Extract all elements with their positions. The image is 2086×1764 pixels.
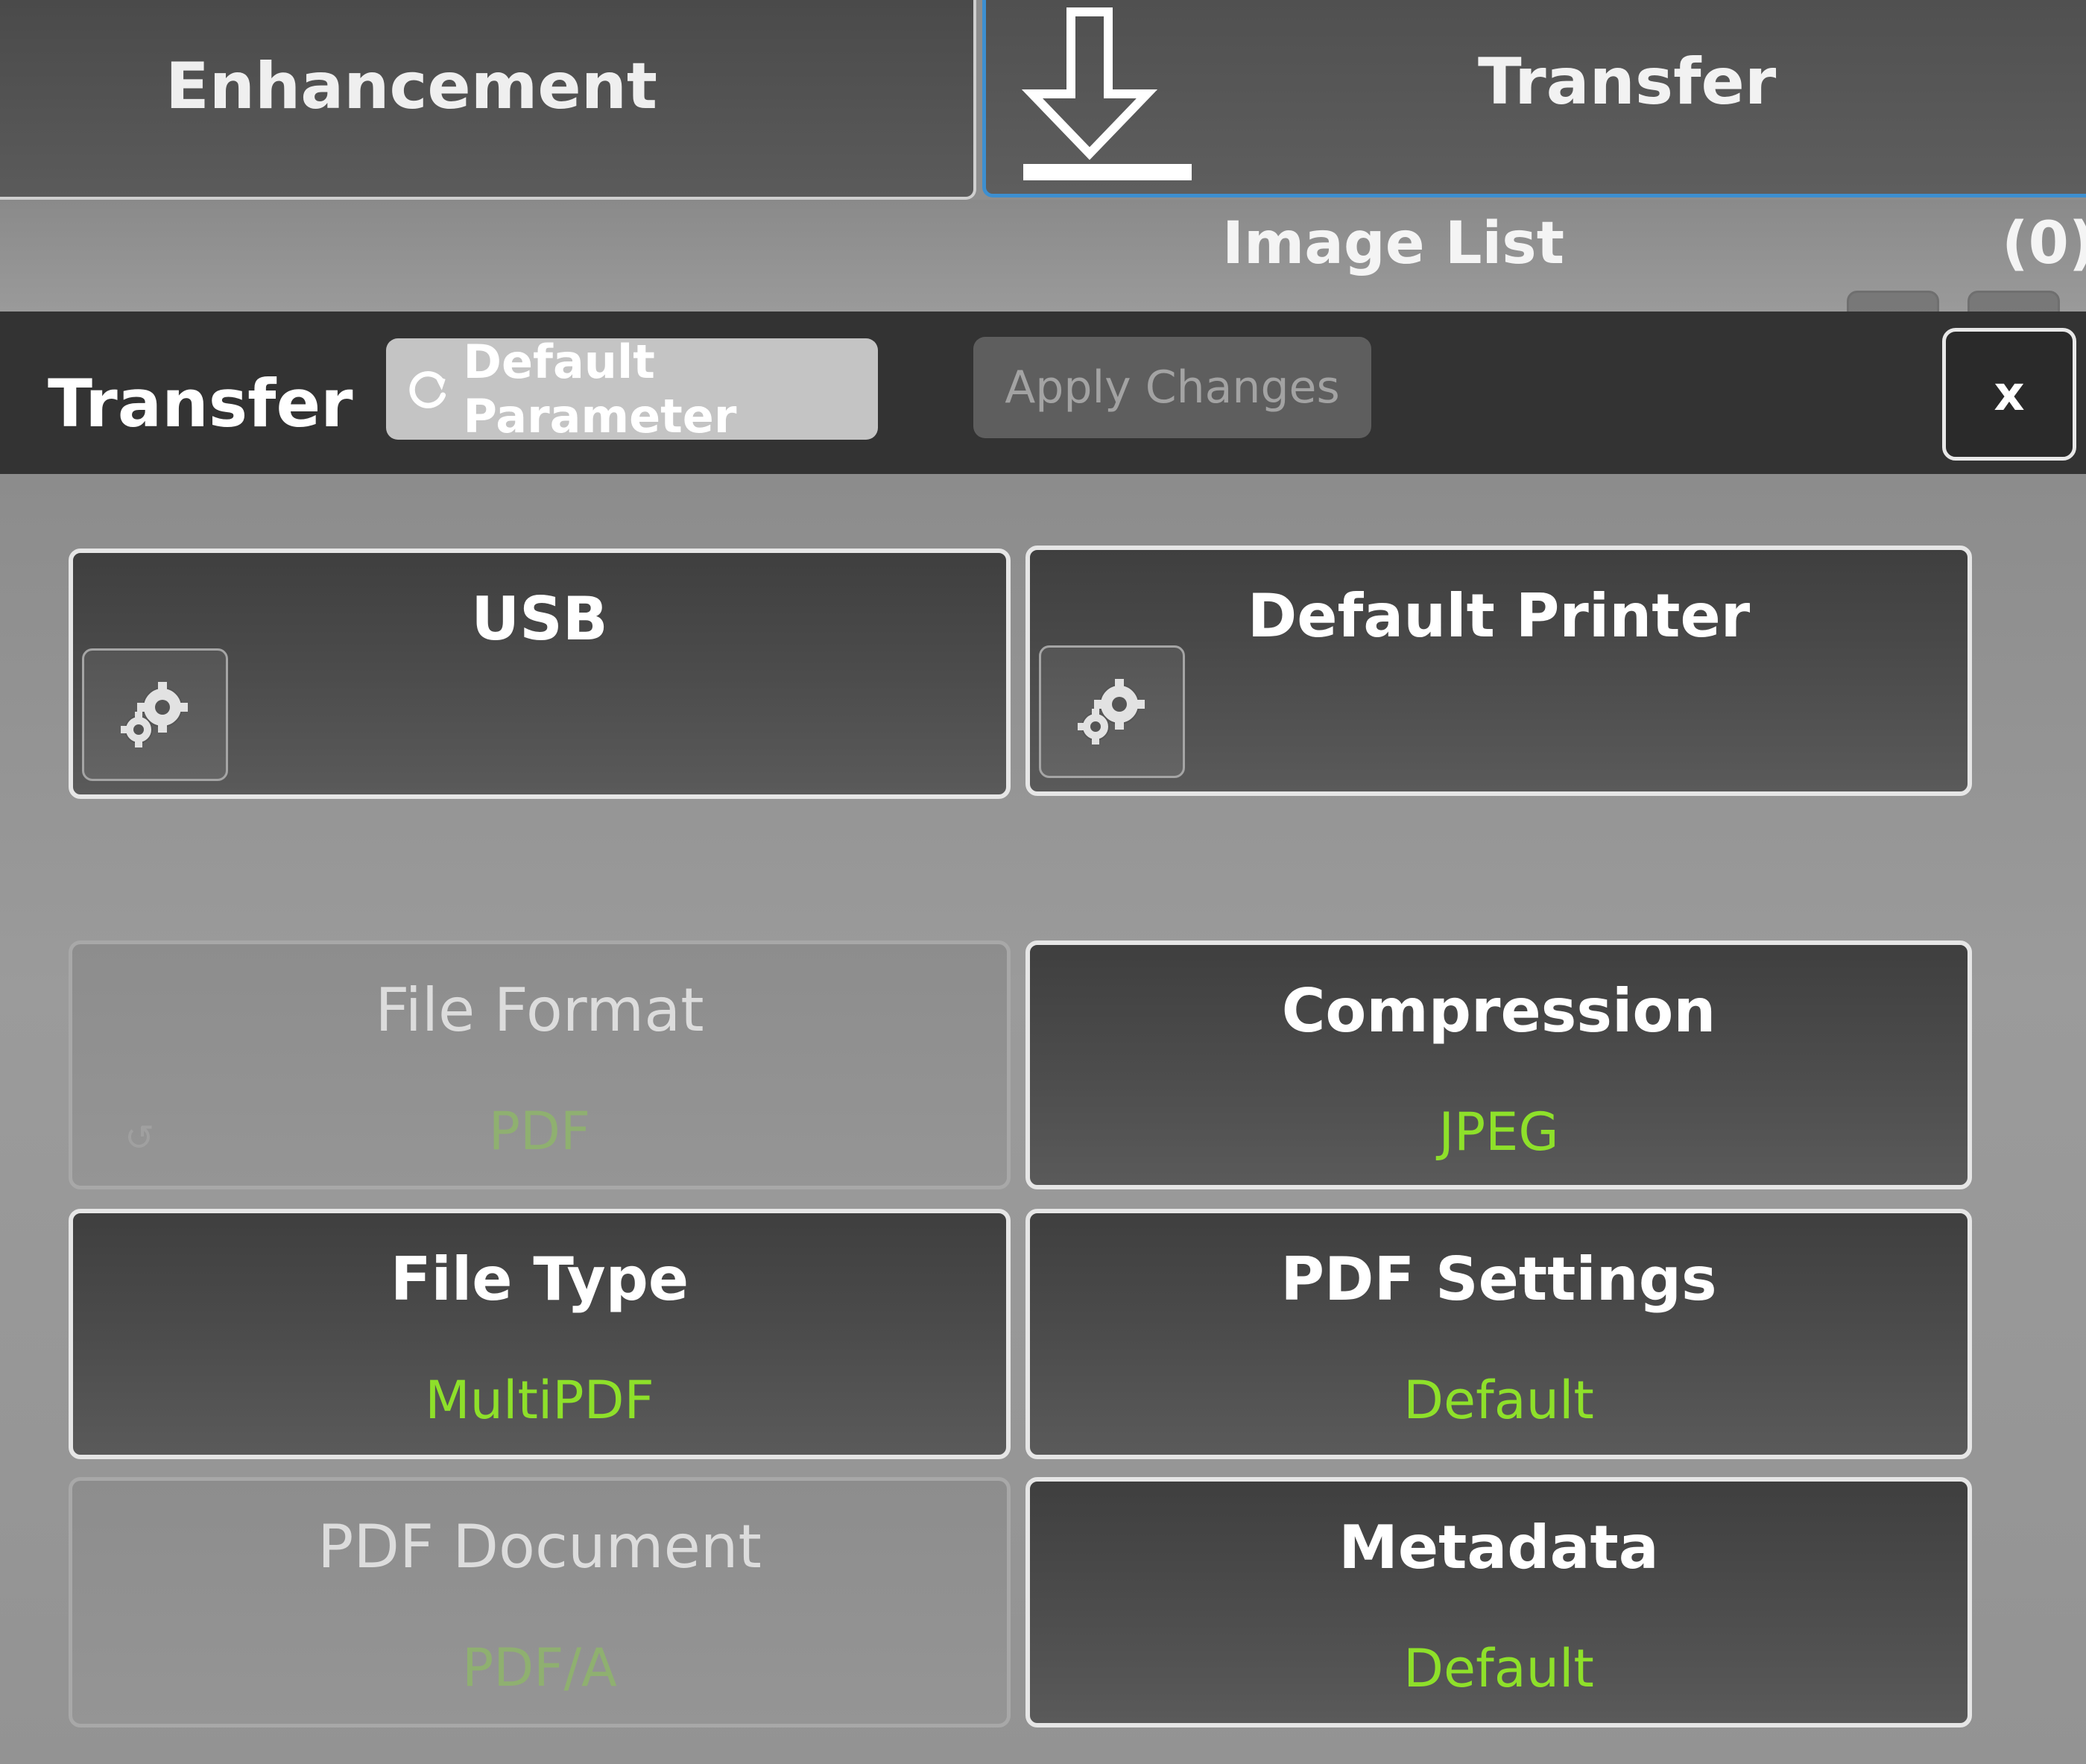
gear-icon bbox=[1078, 679, 1145, 745]
setting-pdf-document: PDF Document PDF/A bbox=[69, 1477, 1011, 1727]
tab-transfer[interactable]: Transfer bbox=[982, 0, 2086, 197]
dialog-title: Transfer bbox=[48, 365, 353, 442]
destination-default-printer[interactable]: Default Printer bbox=[1025, 546, 1972, 796]
image-list-title: Image List bbox=[1222, 210, 1564, 277]
apply-changes-button[interactable]: Apply Changes bbox=[973, 337, 1371, 438]
close-icon: x bbox=[1994, 367, 2025, 422]
setting-metadata-value: Default bbox=[1403, 1638, 1594, 1699]
usb-settings-button[interactable] bbox=[82, 648, 228, 781]
default-parameter-button[interactable]: Default Parameter bbox=[386, 335, 878, 443]
destination-default-printer-label: Default Printer bbox=[1247, 581, 1751, 651]
apply-changes-label: Apply Changes bbox=[1005, 361, 1340, 414]
refresh-icon bbox=[409, 370, 446, 408]
setting-compression[interactable]: Compression JPEG bbox=[1025, 941, 1972, 1189]
setting-pdf-document-title: PDF Document bbox=[317, 1512, 762, 1581]
setting-file-format: File Format ↺ PDF bbox=[69, 941, 1011, 1189]
setting-metadata-title: Metadata bbox=[1338, 1513, 1659, 1582]
setting-file-type-title: File Type bbox=[390, 1245, 689, 1314]
close-button[interactable]: x bbox=[1942, 328, 2076, 461]
setting-file-format-value: PDF bbox=[488, 1101, 591, 1162]
setting-file-type-value: MultiPDF bbox=[425, 1370, 654, 1431]
destination-usb[interactable]: USB bbox=[69, 549, 1011, 799]
setting-file-type[interactable]: File Type MultiPDF bbox=[69, 1209, 1011, 1459]
setting-metadata[interactable]: Metadata Default bbox=[1025, 1477, 1972, 1727]
setting-pdf-settings-title: PDF Settings bbox=[1280, 1245, 1717, 1314]
download-icon bbox=[1021, 7, 1192, 180]
tab-enhancement[interactable]: Enhancement bbox=[0, 0, 976, 200]
destination-usb-label: USB bbox=[471, 584, 608, 654]
setting-pdf-document-value: PDF/A bbox=[462, 1637, 617, 1698]
tab-enhancement-label: Enhancement bbox=[165, 49, 658, 124]
setting-pdf-settings-value: Default bbox=[1403, 1370, 1594, 1431]
setting-file-format-title: File Format bbox=[375, 976, 704, 1045]
image-list-count: (0) bbox=[2002, 210, 2086, 277]
printer-settings-button[interactable] bbox=[1039, 645, 1185, 778]
setting-compression-value: JPEG bbox=[1438, 1101, 1559, 1163]
setting-compression-title: Compression bbox=[1281, 976, 1716, 1046]
setting-pdf-settings[interactable]: PDF Settings Default bbox=[1025, 1209, 1972, 1459]
image-list-bar bbox=[0, 200, 2086, 312]
gear-icon bbox=[121, 682, 188, 747]
default-parameter-label: Default Parameter bbox=[463, 335, 737, 443]
tab-transfer-label: Transfer bbox=[1478, 45, 1777, 119]
